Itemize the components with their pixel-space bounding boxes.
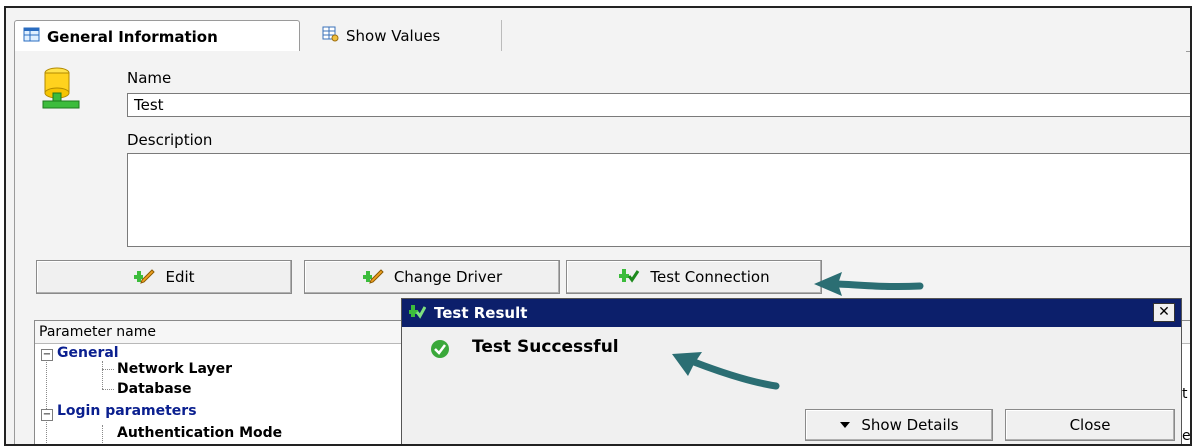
collapse-icon[interactable]: −	[41, 409, 53, 421]
edit-button[interactable]: Edit	[36, 260, 292, 294]
tree-guide	[46, 359, 47, 444]
success-message: Test Successful	[472, 337, 619, 357]
close-button-label: Close	[1069, 416, 1111, 434]
tree-guide	[102, 425, 103, 444]
tree-item-authentication-mode[interactable]: Authentication Mode	[117, 425, 282, 441]
close-button[interactable]: Close	[1005, 409, 1175, 441]
success-check-icon	[430, 339, 450, 363]
annotation-arrow	[672, 352, 780, 390]
database-connection-icon	[39, 65, 87, 117]
tree-guide	[102, 369, 114, 370]
test-connection-icon	[618, 266, 640, 288]
tree-guide	[102, 361, 103, 389]
tab-show-values[interactable]: Show Values	[312, 20, 502, 52]
test-connection-button-label: Test Connection	[650, 268, 770, 286]
tab-label: Show Values	[346, 27, 441, 45]
change-driver-button[interactable]: Change Driver	[304, 260, 560, 294]
test-result-dialog: Test Result ✕ Test Successful Show Detai…	[401, 298, 1182, 444]
dropdown-arrow-icon	[839, 416, 851, 434]
tree-item-general[interactable]: General	[57, 345, 119, 361]
show-details-button[interactable]: Show Details	[805, 409, 993, 441]
tab-bar: General Information Show Values	[6, 8, 1190, 52]
edit-button-label: Edit	[165, 268, 195, 286]
tree-guide	[102, 389, 114, 390]
name-field[interactable]: Test	[127, 93, 1190, 117]
clipped-text: e	[1182, 428, 1191, 444]
clipped-text: t	[1182, 386, 1188, 402]
table-icon	[23, 26, 41, 48]
dialog-title: Test Result	[434, 304, 528, 322]
show-details-label: Show Details	[861, 416, 959, 434]
collapse-icon[interactable]: −	[41, 349, 53, 361]
description-label: Description	[127, 131, 213, 149]
close-icon[interactable]: ✕	[1153, 303, 1175, 322]
tab-label: General Information	[47, 27, 218, 46]
change-driver-icon	[362, 266, 384, 288]
annotation-arrow	[814, 272, 924, 296]
tab-general-information[interactable]: General Information	[14, 20, 300, 52]
tree-item-network-layer[interactable]: Network Layer	[117, 361, 232, 377]
dialog-title-bar: Test Result	[402, 299, 1181, 327]
change-driver-button-label: Change Driver	[393, 268, 503, 286]
edit-icon	[133, 266, 156, 288]
tree-item-login-parameters[interactable]: Login parameters	[57, 403, 197, 419]
name-label: Name	[127, 69, 172, 87]
connection-editor: General Information Show Values Name Tes…	[4, 6, 1192, 446]
test-connection-icon	[408, 303, 427, 323]
test-connection-button[interactable]: Test Connection	[566, 260, 822, 294]
tree-item-database[interactable]: Database	[117, 381, 192, 397]
description-field[interactable]	[127, 153, 1190, 247]
grid-values-icon	[320, 25, 340, 47]
